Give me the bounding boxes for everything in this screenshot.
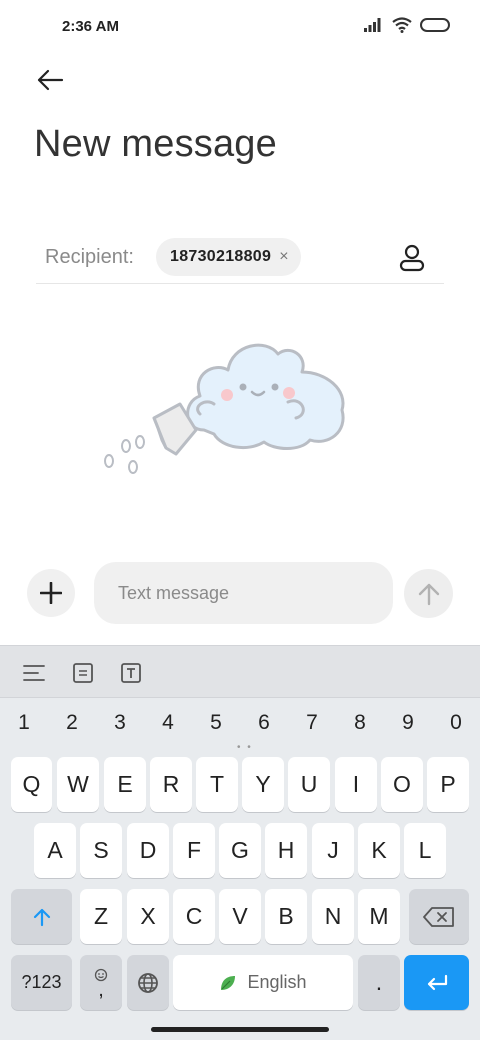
globe-icon xyxy=(138,972,158,993)
wifi-icon xyxy=(392,17,412,33)
clipboard-icon[interactable] xyxy=(70,660,96,686)
key-3[interactable]: 3 xyxy=(100,711,140,735)
space-key-content: English xyxy=(219,972,307,993)
status-bar: 2:36 AM xyxy=(0,0,480,56)
key-h[interactable]: H xyxy=(265,823,307,878)
key-l[interactable]: L xyxy=(404,823,446,878)
add-attachment-button[interactable] xyxy=(27,569,75,617)
key-o[interactable]: O xyxy=(381,757,423,812)
empty-state-illustration xyxy=(104,343,345,474)
key-4[interactable]: 4 xyxy=(148,711,188,735)
person-icon xyxy=(399,244,425,272)
page-title: New message xyxy=(34,123,277,165)
leaf-icon xyxy=(221,975,236,990)
page-dots: • • xyxy=(237,742,253,753)
message-input[interactable] xyxy=(94,562,393,624)
recipient-label: Recipient: xyxy=(45,246,134,268)
enter-icon xyxy=(427,974,447,990)
key-y[interactable]: Y xyxy=(242,757,284,812)
backspace-key[interactable] xyxy=(409,889,469,944)
keyboard: 1 2 3 4 5 6 7 8 9 0 • • Q W E R T Y U I … xyxy=(0,645,480,1040)
key-f[interactable]: F xyxy=(173,823,215,878)
key-6[interactable]: 6 xyxy=(244,711,284,735)
language-key[interactable] xyxy=(127,955,169,1010)
number-row: 1 2 3 4 5 6 7 8 9 0 xyxy=(0,705,480,741)
signal-icon xyxy=(364,18,381,32)
key-0[interactable]: 0 xyxy=(436,711,476,735)
enter-key[interactable] xyxy=(404,955,469,1010)
key-s[interactable]: S xyxy=(80,823,122,878)
menu-icon[interactable] xyxy=(21,660,47,686)
text-format-icon[interactable] xyxy=(118,660,144,686)
recipient-chip[interactable]: 18730218809 × xyxy=(156,238,301,276)
backspace-icon xyxy=(423,906,454,927)
key-k[interactable]: K xyxy=(358,823,400,878)
comma-emoji-key[interactable]: , xyxy=(80,955,122,1010)
key-g[interactable]: G xyxy=(219,823,261,878)
key-u[interactable]: U xyxy=(288,757,330,812)
shift-arrow-icon xyxy=(33,908,50,926)
key-m[interactable]: M xyxy=(358,889,400,944)
contacts-button[interactable] xyxy=(396,242,428,274)
symbols-key-label: ?123 xyxy=(21,972,62,992)
key-b[interactable]: B xyxy=(265,889,307,944)
key-z[interactable]: Z xyxy=(80,889,122,944)
key-e[interactable]: E xyxy=(104,757,146,812)
key-r[interactable]: R xyxy=(150,757,192,812)
key-q[interactable]: Q xyxy=(11,757,52,812)
recipient-chip-text: 18730218809 xyxy=(170,248,272,265)
home-indicator[interactable] xyxy=(151,1027,329,1032)
key-2[interactable]: 2 xyxy=(52,711,92,735)
key-t[interactable]: T xyxy=(196,757,238,812)
key-a[interactable]: A xyxy=(34,823,76,878)
key-p[interactable]: P xyxy=(427,757,469,812)
key-5[interactable]: 5 xyxy=(196,711,236,735)
send-button[interactable] xyxy=(404,569,453,618)
key-v[interactable]: V xyxy=(219,889,261,944)
status-icons xyxy=(364,17,450,33)
space-key[interactable]: English xyxy=(173,955,353,1010)
key-j[interactable]: J xyxy=(312,823,354,878)
space-key-label: English xyxy=(247,972,307,992)
key-c[interactable]: C xyxy=(173,889,215,944)
key-d[interactable]: D xyxy=(127,823,169,878)
keyboard-toolbar xyxy=(0,645,480,698)
remove-recipient-icon[interactable]: × xyxy=(279,248,288,266)
key-9[interactable]: 9 xyxy=(388,711,428,735)
key-n[interactable]: N xyxy=(312,889,354,944)
key-w[interactable]: W xyxy=(57,757,99,812)
key-x[interactable]: X xyxy=(127,889,169,944)
key-8[interactable]: 8 xyxy=(340,711,380,735)
shift-key[interactable] xyxy=(11,889,72,944)
battery-icon xyxy=(420,18,450,32)
period-key[interactable]: . xyxy=(358,955,400,1010)
arrow-left-icon xyxy=(37,69,64,91)
key-1[interactable]: 1 xyxy=(4,711,44,735)
comma-label: , xyxy=(98,978,104,1001)
key-i[interactable]: I xyxy=(335,757,377,812)
key-7[interactable]: 7 xyxy=(292,711,332,735)
back-button[interactable] xyxy=(32,62,68,98)
arrow-up-icon xyxy=(418,583,439,605)
status-time: 2:36 AM xyxy=(62,18,119,35)
symbols-key[interactable]: ?123 xyxy=(11,955,72,1010)
recipient-row: Recipient: 18730218809 × xyxy=(36,232,444,284)
plus-icon xyxy=(40,582,62,604)
